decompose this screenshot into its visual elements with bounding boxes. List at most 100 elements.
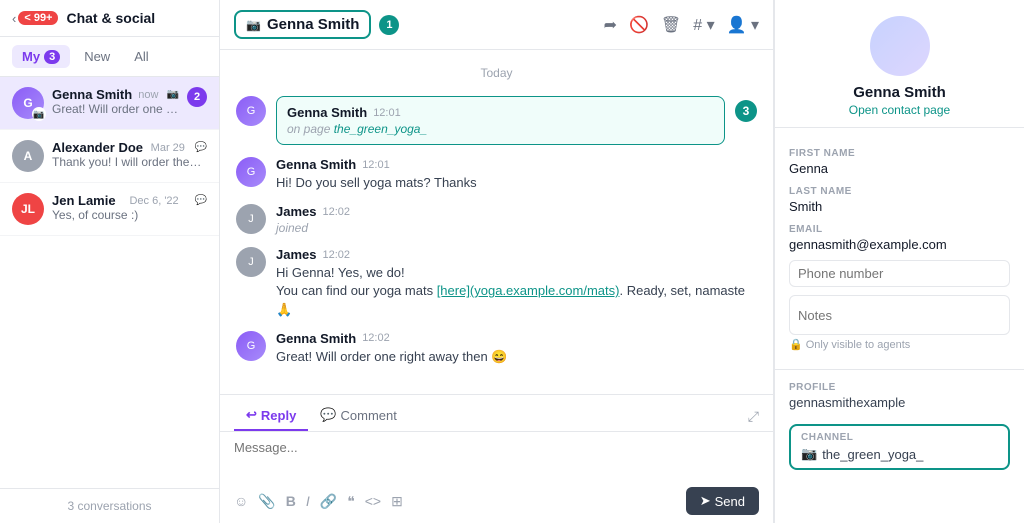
email-label: EMAIL bbox=[789, 224, 1010, 235]
tab-reply[interactable]: ↩ Reply bbox=[234, 401, 308, 431]
conv-time: now bbox=[138, 89, 158, 101]
comment-label: Comment bbox=[341, 408, 397, 423]
notes-visibility-text: Only visible to agents bbox=[806, 339, 911, 351]
reply-toolbar: ☺ 📎 B I 🔗 ❝ <> ⊞ ➤ Send bbox=[220, 483, 773, 523]
msg-time: 12:01 bbox=[362, 159, 390, 171]
expand-button[interactable]: ⤢ bbox=[748, 401, 759, 431]
last-name-value: Smith bbox=[789, 199, 1010, 214]
msg-sender: Genna Smith bbox=[276, 331, 356, 346]
block-button[interactable]: 🚫 bbox=[629, 15, 649, 35]
open-contact-link[interactable]: Open contact page bbox=[849, 103, 950, 117]
quote-button[interactable]: ❝ bbox=[347, 493, 355, 510]
message-body: Genna Smith 12:02 Great! Will order one … bbox=[276, 331, 757, 366]
page-link[interactable]: the_green_yoga_ bbox=[334, 122, 427, 136]
reply-label: Reply bbox=[261, 408, 296, 423]
conv-name: Genna Smith bbox=[52, 87, 132, 102]
main-chat: 📷 Genna Smith 1 ➦ 🚫 🗑 # ▾ 👤 ▾ Today G Ge… bbox=[220, 0, 774, 523]
msg-name-row: James 12:02 bbox=[276, 204, 757, 219]
avatar-initials: JL bbox=[21, 202, 35, 216]
msg-name-row: Genna Smith 12:01 bbox=[276, 157, 757, 172]
message-body: James 12:02 joined bbox=[276, 204, 757, 235]
avatar-initial: A bbox=[24, 149, 33, 163]
assign-button[interactable]: 👤 ▾ bbox=[727, 15, 759, 35]
send-button[interactable]: ➤ Send bbox=[686, 487, 759, 515]
msg-text: Hi Genna! Yes, we do!You can find our yo… bbox=[276, 264, 757, 319]
channel-name: the_green_yoga_ bbox=[822, 447, 923, 462]
conv-name-row: Jen Lamie Dec 6, '22 💬 bbox=[52, 193, 207, 208]
tab-my[interactable]: My 3 bbox=[12, 45, 70, 68]
lock-icon: 🔒 bbox=[789, 338, 803, 351]
bold-button[interactable]: B bbox=[286, 493, 296, 509]
msg-sub: on page the_green_yoga_ bbox=[287, 122, 714, 136]
chat-contact-name: Genna Smith bbox=[267, 16, 360, 33]
message-input[interactable] bbox=[234, 440, 759, 472]
notification-badge: < 99+ bbox=[18, 11, 58, 25]
italic-button[interactable]: I bbox=[306, 493, 310, 509]
forward-button[interactable]: ➦ bbox=[604, 15, 617, 35]
reply-area: ↩ Reply 💬 Comment ⤢ ☺ 📎 B I 🔗 ❝ <> ⊞ ➤ S… bbox=[220, 394, 773, 523]
msg-name-row: Genna Smith 12:02 bbox=[276, 331, 757, 346]
conv-preview: Thank you! I will order them ... bbox=[52, 155, 207, 169]
msg-sender: Genna Smith bbox=[287, 105, 367, 120]
chat-header: 📷 Genna Smith 1 ➦ 🚫 🗑 # ▾ 👤 ▾ bbox=[220, 0, 773, 50]
unread-badge: 2 bbox=[187, 87, 207, 107]
link-button[interactable]: 🔗 bbox=[320, 493, 337, 510]
attachment-button[interactable]: 📎 bbox=[258, 493, 275, 510]
contact-name: Genna Smith bbox=[853, 84, 946, 101]
instagram-icon: 📷 bbox=[32, 107, 46, 121]
tab-new[interactable]: New bbox=[74, 45, 120, 68]
avatar: JL bbox=[12, 193, 44, 225]
message-body: James 12:02 Hi Genna! Yes, we do!You can… bbox=[276, 247, 757, 319]
conversations-footer: 3 conversations bbox=[0, 488, 219, 523]
notes-input[interactable] bbox=[789, 295, 1010, 335]
msg-name-row: James 12:02 bbox=[276, 247, 757, 262]
message-group: J James 12:02 Hi Genna! Yes, we do!You c… bbox=[236, 247, 757, 319]
contact-avatar bbox=[870, 16, 930, 76]
more-button[interactable]: ⊞ bbox=[391, 493, 403, 510]
sidebar-header: ‹ < 99+ Chat & social bbox=[0, 0, 219, 37]
msg-name-row: Genna Smith 12:01 bbox=[287, 105, 714, 120]
avatar: J bbox=[236, 204, 266, 234]
yoga-link[interactable]: [here](yoga.example.com/mats) bbox=[437, 283, 620, 298]
avatar: G bbox=[236, 96, 266, 126]
first-name-label: FIRST NAME bbox=[789, 148, 1010, 159]
sidebar-title: Chat & social bbox=[66, 10, 155, 26]
emoji-button[interactable]: ☺ bbox=[234, 493, 248, 509]
tab-my-count: 3 bbox=[44, 50, 60, 64]
back-icon: ‹ bbox=[12, 11, 16, 26]
send-label: Send bbox=[715, 494, 745, 509]
date-divider: Today bbox=[236, 66, 757, 80]
right-panel: Genna Smith Open contact page FIRST NAME… bbox=[774, 0, 1024, 523]
list-item[interactable]: JL Jen Lamie Dec 6, '22 💬 Yes, of course… bbox=[0, 183, 219, 236]
tab-comment[interactable]: 💬 Comment bbox=[308, 401, 409, 431]
first-name-value: Genna bbox=[789, 161, 1010, 176]
profile-section: PROFILE gennasmithexample bbox=[775, 378, 1024, 420]
message-bubble-highlighted: Genna Smith 12:01 on page the_green_yoga… bbox=[276, 96, 725, 145]
instagram-icon: 📷 bbox=[246, 18, 261, 32]
msg-sender: James bbox=[276, 247, 316, 262]
tag-button[interactable]: # ▾ bbox=[693, 15, 714, 35]
message-group: G Genna Smith 12:01 Hi! Do you sell yoga… bbox=[236, 157, 757, 192]
msg-time: 12:02 bbox=[362, 332, 390, 344]
channel-box: CHANNEL 📷 the_green_yoga_ 4 bbox=[789, 424, 1010, 470]
profile-label: PROFILE bbox=[789, 382, 1010, 393]
list-item[interactable]: A Alexander Doe Mar 29 💬 Thank you! I wi… bbox=[0, 130, 219, 183]
conv-preview: Yes, of course :) bbox=[52, 208, 207, 222]
code-button[interactable]: <> bbox=[365, 493, 381, 509]
avatar: G bbox=[236, 157, 266, 187]
conv-name-row: Alexander Doe Mar 29 💬 bbox=[52, 140, 207, 155]
avatar-placeholder bbox=[870, 16, 930, 76]
last-name-label: LAST NAME bbox=[789, 186, 1010, 197]
avatar: A bbox=[12, 140, 44, 172]
back-button[interactable]: ‹ < 99+ bbox=[12, 11, 58, 26]
conversation-content: Alexander Doe Mar 29 💬 Thank you! I will… bbox=[52, 140, 207, 169]
tab-all-label: All bbox=[134, 49, 148, 64]
message-group: J James 12:02 joined bbox=[236, 204, 757, 235]
phone-input[interactable] bbox=[789, 260, 1010, 287]
conversation-list: G 📷 Genna Smith now 📷 Great! Will order … bbox=[0, 77, 219, 488]
tab-my-label: My bbox=[22, 49, 40, 64]
tab-all[interactable]: All bbox=[124, 45, 158, 68]
list-item[interactable]: G 📷 Genna Smith now 📷 Great! Will order … bbox=[0, 77, 219, 130]
msg-sub: joined bbox=[276, 221, 757, 235]
delete-button[interactable]: 🗑 bbox=[661, 15, 681, 35]
